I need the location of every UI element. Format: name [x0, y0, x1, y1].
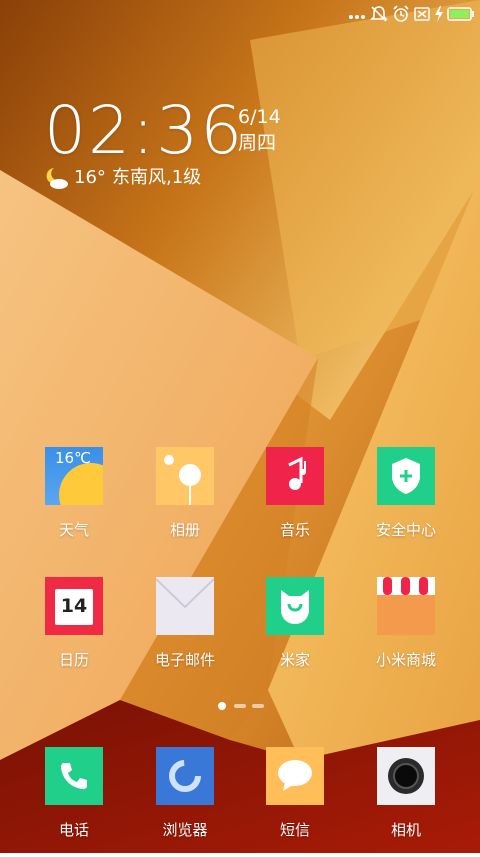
app-label: 日历: [58, 651, 89, 669]
mihome-app-icon: [266, 577, 324, 635]
battery-icon: [447, 7, 474, 21]
app-label: 短信: [279, 821, 310, 839]
more-dots-icon: [349, 15, 365, 19]
app-mihome[interactable]: 米家: [240, 577, 350, 687]
app-label: 电子邮件: [154, 651, 215, 669]
app-label: 相机: [390, 821, 421, 839]
music-app-icon: [266, 447, 324, 505]
page-indicator-dot[interactable]: [234, 704, 246, 708]
app-label: 小米商城: [375, 651, 436, 669]
sim-off-icon: [414, 7, 430, 21]
app-email[interactable]: 电子邮件: [130, 577, 240, 687]
app-label: 米家: [279, 651, 310, 669]
store-awning-icon: [377, 577, 435, 595]
app-security[interactable]: 安全中心: [351, 447, 461, 557]
mute-bell-icon: [370, 6, 388, 22]
clock-weekday: 周四: [238, 132, 277, 154]
app-mistore[interactable]: 小米商城: [351, 577, 461, 687]
weather-tile-temp: 16℃: [55, 449, 91, 467]
app-weather[interactable]: 16℃ 天气: [19, 447, 129, 557]
dock-browser[interactable]: 浏览器: [130, 747, 240, 857]
weather-app-icon: 16℃: [45, 447, 103, 505]
page-indicator-dot-active[interactable]: [218, 702, 226, 710]
security-app-icon: [377, 447, 435, 505]
clock-date: 6/14: [238, 106, 281, 128]
app-gallery[interactable]: 相册: [130, 447, 240, 557]
app-label: 电话: [58, 821, 89, 839]
status-bar: [0, 0, 480, 28]
clock-time[interactable]: 02:36: [44, 96, 244, 166]
app-label: 音乐: [279, 521, 310, 539]
alarm-icon: [393, 5, 409, 22]
calendar-tile-day: 14: [60, 595, 88, 617]
chat-bubble-icon: [278, 760, 312, 791]
moon-cloud-icon: [46, 168, 68, 189]
gallery-app-icon: [156, 447, 214, 505]
app-label: 相册: [169, 521, 200, 539]
camera-app-icon: [377, 747, 435, 805]
dock-camera[interactable]: 相机: [351, 747, 461, 857]
phone-app-icon: [45, 747, 103, 805]
weather-wind: 东南风,1级: [112, 167, 202, 188]
app-calendar[interactable]: 14 日历: [19, 577, 129, 687]
dock-messages[interactable]: 短信: [240, 747, 350, 857]
browser-app-icon: [156, 747, 214, 805]
page-indicator-dot[interactable]: [252, 704, 264, 708]
app-label: 安全中心: [375, 521, 436, 539]
weather-temperature: 16°: [74, 167, 106, 188]
email-app-icon: [156, 577, 214, 635]
browser-ring-icon: [169, 760, 201, 792]
dock-phone[interactable]: 电话: [19, 747, 129, 857]
mihome-icon: [281, 590, 309, 624]
mistore-app-icon: [377, 577, 435, 635]
messages-app-icon: [266, 747, 324, 805]
app-label: 天气: [58, 521, 89, 539]
app-music[interactable]: 音乐: [240, 447, 350, 557]
camera-lens-icon: [388, 758, 424, 794]
charging-icon: [435, 6, 443, 22]
app-label: 浏览器: [162, 821, 208, 839]
calendar-app-icon: 14: [45, 577, 103, 635]
envelope-icon: [156, 578, 214, 609]
music-note-icon: [288, 456, 306, 490]
phone-handset-icon: [61, 763, 87, 789]
shield-icon: [392, 458, 420, 494]
